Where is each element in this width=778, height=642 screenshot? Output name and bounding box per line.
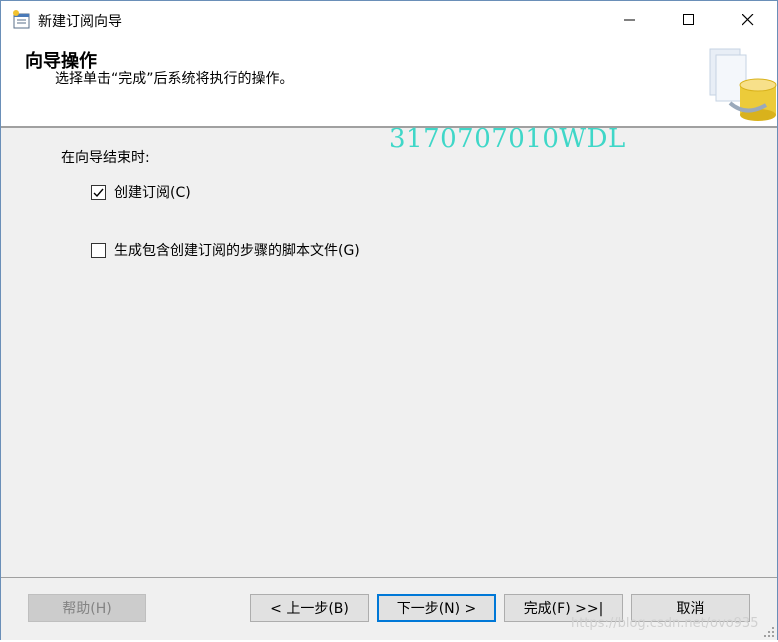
student-id-watermark: 3170707010WDL	[389, 124, 626, 154]
create-subscription-checkbox[interactable]	[91, 184, 106, 200]
wizard-footer: 帮助(H) < 上一步(B) 下一步(N) > 完成(F) >>| 取消 htt…	[1, 577, 777, 640]
back-button[interactable]: < 上一步(B)	[250, 594, 369, 622]
maximize-icon	[683, 14, 694, 25]
generate-script-option[interactable]: 生成包含创建订阅的步骤的脚本文件(G)	[91, 240, 360, 260]
generate-script-label: 生成包含创建订阅的步骤的脚本文件(G)	[114, 243, 360, 259]
generate-script-checkbox[interactable]	[91, 242, 106, 258]
section-label: 在向导结束时:	[61, 150, 150, 166]
create-subscription-option[interactable]: 创建订阅(C)	[91, 182, 191, 202]
minimize-button[interactable]	[601, 1, 659, 39]
page-subtitle: 选择单击“完成”后系统将执行的操作。	[55, 71, 294, 87]
wizard-window: 新建订阅向导 向导操作 选择单击“完成”后系统将执行的操作。 317070701…	[0, 0, 778, 640]
next-button[interactable]: 下一步(N) >	[377, 594, 496, 622]
wizard-header: 向导操作 选择单击“完成”后系统将执行的操作。	[1, 39, 777, 128]
wizard-body: 3170707010WDL 在向导结束时: 创建订阅(C) 生成包含创建订阅的步…	[1, 124, 777, 577]
checkmark-icon	[93, 188, 104, 197]
blog-watermark: https://blog.csdn.net/ovo935	[571, 616, 759, 631]
title-bar[interactable]: 新建订阅向导	[1, 1, 777, 39]
maximize-button[interactable]	[660, 1, 718, 39]
window-title: 新建订阅向导	[38, 14, 122, 30]
create-subscription-label: 创建订阅(C)	[114, 185, 191, 201]
database-graphic-icon	[706, 45, 777, 123]
help-button[interactable]: 帮助(H)	[28, 594, 146, 622]
close-button[interactable]	[719, 1, 777, 39]
wizard-app-icon	[12, 10, 32, 30]
resize-grip-icon[interactable]	[763, 626, 775, 638]
minimize-icon	[624, 19, 635, 21]
close-icon	[742, 14, 754, 26]
